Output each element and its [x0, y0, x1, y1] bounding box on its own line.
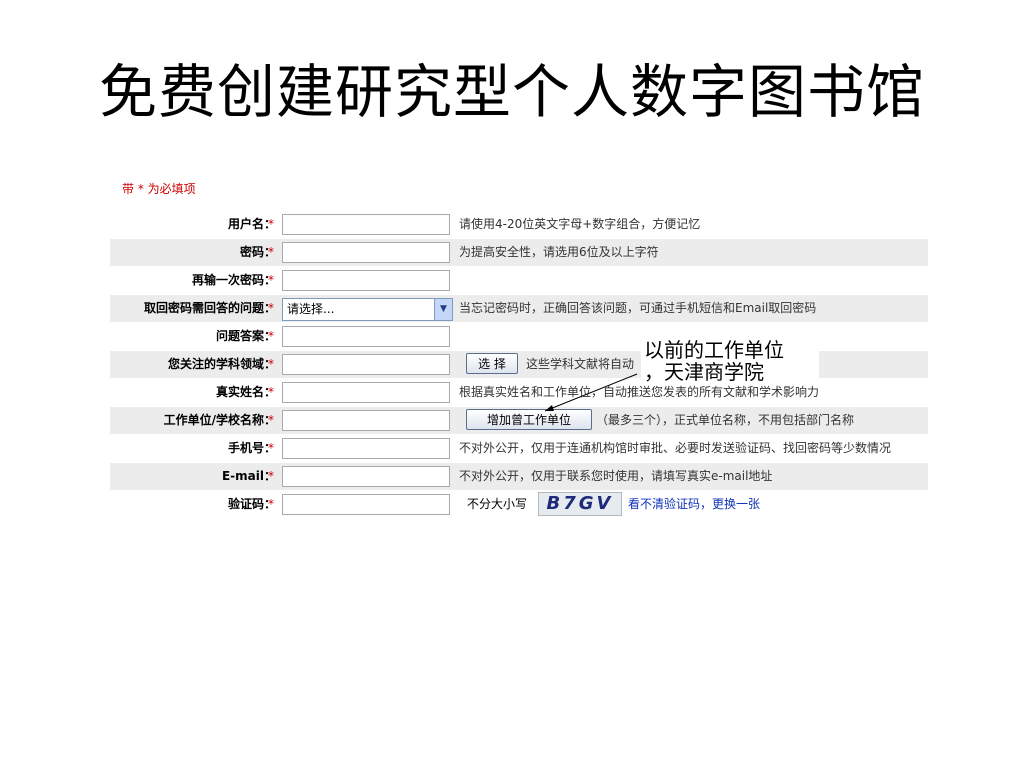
required-mark: * — [268, 497, 274, 511]
workplace-label: 工作单位/学校名称： — [163, 413, 276, 427]
form-row-username: 用户名： * 请使用4-20位英文字母+数字组合，方便记忆 — [110, 211, 928, 238]
form-row-security-question: 取回密码需回答的问题： * 请选择... ▼ 当忘记密码时，正确回答该问题，可通… — [110, 295, 928, 322]
answer-label: 问题答案： — [215, 329, 276, 343]
security-question-select[interactable]: 请选择... ▼ — [282, 298, 453, 321]
mobile-input[interactable] — [282, 438, 450, 459]
callout-line-2: ，天津商学院 — [644, 360, 764, 384]
password-input[interactable] — [282, 242, 450, 263]
captcha-input[interactable] — [282, 494, 450, 515]
workplace-input[interactable] — [282, 410, 450, 431]
required-mark: * — [268, 301, 274, 315]
real-name-hint: 根据真实姓名和工作单位，自动推送您发表的所有文献和学术影响力 — [459, 385, 820, 399]
required-mark: * — [268, 469, 274, 483]
mobile-hint: 不对外公开，仅用于连通机构馆时审批、必要时发送验证码、找回密码等少数情况 — [459, 441, 892, 455]
security-question-value: 请选择... — [287, 302, 335, 316]
chevron-down-icon[interactable]: ▼ — [434, 299, 452, 320]
form-row-workplace: 工作单位/学校名称： * 增加曾工作单位 （最多三个），正式单位名称，不用包括部… — [110, 407, 928, 434]
subject-input[interactable] — [282, 354, 450, 375]
form-row-confirm-password: 再输一次密码： * — [110, 267, 928, 294]
captcha-image[interactable]: B7GV — [538, 492, 622, 516]
required-mark: * — [268, 385, 274, 399]
confirm-password-input[interactable] — [282, 270, 450, 291]
required-mark: * — [268, 273, 274, 287]
answer-input[interactable] — [282, 326, 450, 347]
refresh-captcha-link[interactable]: 看不清验证码，更换一张 — [628, 491, 760, 518]
form-row-password: 密码： * 为提高安全性，请选用6位及以上字符 — [110, 239, 928, 266]
subject-hint: 这些学科文献将自动 — [526, 357, 635, 371]
security-question-hint: 当忘记密码时，正确回答该问题，可通过手机短信和Email取回密码 — [459, 301, 817, 315]
required-mark: * — [268, 357, 274, 371]
confirm-password-label: 再输一次密码： — [191, 273, 276, 287]
required-mark: * — [268, 245, 274, 259]
real-name-input[interactable] — [282, 382, 450, 403]
form-row-mobile: 手机号： * 不对外公开，仅用于连通机构馆时审批、必要时发送验证码、找回密码等少… — [110, 435, 928, 462]
real-name-label: 真实姓名： — [215, 385, 276, 399]
password-hint: 为提高安全性，请选用6位及以上字符 — [459, 245, 659, 259]
required-mark: * — [268, 441, 274, 455]
form-row-real-name: 真实姓名： * 根据真实姓名和工作单位，自动推送您发表的所有文献和学术影响力 — [110, 379, 928, 406]
callout-line-1: 以前的工作单位 — [644, 338, 784, 362]
subject-label: 您关注的学科领域： — [167, 357, 276, 371]
add-former-workplace-button[interactable]: 增加曾工作单位 — [466, 409, 592, 430]
slide-title: 免费创建研究型个人数字图书馆 — [98, 58, 925, 126]
email-input[interactable] — [282, 466, 450, 487]
captcha-case-note: 不分大小写 — [467, 497, 528, 511]
email-hint: 不对外公开，仅用于联系您时使用，请填写真实e-mail地址 — [459, 469, 773, 483]
form-row-captcha: 验证码： * 不分大小写 B7GV 看不清验证码，更换一张 — [110, 491, 928, 518]
workplace-hint: （最多三个），正式单位名称，不用包括部门名称 — [596, 413, 855, 427]
select-subject-button[interactable]: 选 择 — [466, 353, 518, 374]
required-mark: * — [268, 413, 274, 427]
required-mark: * — [268, 217, 274, 231]
username-hint: 请使用4-20位英文字母+数字组合，方便记忆 — [459, 217, 701, 231]
form-row-email: E-mail： * 不对外公开，仅用于联系您时使用，请填写真实e-mail地址 — [110, 463, 928, 490]
security-question-label: 取回密码需回答的问题： — [143, 301, 276, 315]
required-mark: * — [268, 329, 274, 343]
username-input[interactable] — [282, 214, 450, 235]
required-note: 带 * 为必填项 — [122, 182, 196, 196]
annotation-callout: 以前的工作单位 ，天津商学院 — [641, 339, 819, 383]
